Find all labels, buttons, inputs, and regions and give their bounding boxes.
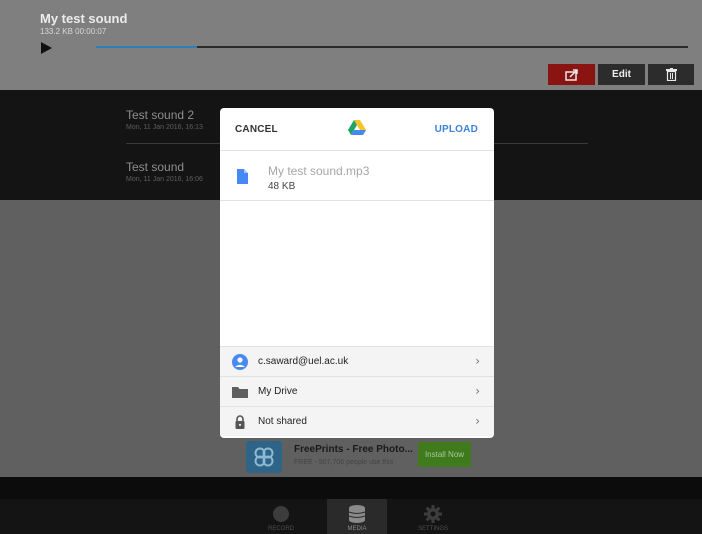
chevron-right-icon: › bbox=[475, 354, 480, 368]
gear-icon bbox=[424, 505, 442, 523]
tab-label: SETTINGS bbox=[417, 526, 448, 532]
folder-icon bbox=[232, 387, 248, 398]
bottom-strip bbox=[0, 477, 702, 499]
tab-record[interactable]: RECORD bbox=[251, 499, 311, 534]
sharing-label: Not shared bbox=[258, 416, 307, 427]
sheet-header: CANCEL UPLOAD bbox=[220, 108, 494, 151]
share-button[interactable] bbox=[548, 64, 595, 85]
recording-title: Test sound 2 bbox=[126, 108, 195, 122]
record-icon bbox=[273, 506, 289, 522]
player-meta: 133.2 KB 00:00:07 bbox=[40, 27, 107, 36]
chevron-right-icon: › bbox=[475, 384, 480, 398]
file-icon bbox=[237, 169, 248, 184]
tab-bar: RECORD MEDIA SETTINGS bbox=[0, 499, 702, 534]
chevron-right-icon: › bbox=[475, 414, 480, 428]
cancel-button[interactable]: CANCEL bbox=[235, 124, 278, 135]
play-icon[interactable] bbox=[41, 42, 52, 54]
ad-title: FreePrints - Free Photo... bbox=[294, 444, 413, 455]
file-size: 48 KB bbox=[268, 181, 296, 192]
progress-fill bbox=[96, 46, 197, 48]
account-option[interactable]: c.saward@uel.ac.uk › bbox=[220, 346, 494, 376]
file-row: My test sound.mp3 48 KB bbox=[220, 151, 494, 201]
ad-banner[interactable]: FreePrints - Free Photo... FREE - 507,70… bbox=[246, 441, 474, 473]
folder-label: My Drive bbox=[258, 386, 298, 397]
tab-media[interactable]: MEDIA bbox=[327, 499, 387, 534]
share-icon bbox=[564, 68, 578, 81]
recording-date: Mon, 11 Jan 2016, 16:06 bbox=[126, 176, 203, 183]
tab-label: MEDIA bbox=[347, 526, 367, 532]
recording-title: Test sound bbox=[126, 160, 185, 174]
database-icon bbox=[348, 505, 366, 523]
tab-label: RECORD bbox=[267, 526, 294, 532]
lock-icon bbox=[235, 415, 245, 429]
edit-button[interactable]: Edit bbox=[598, 64, 645, 85]
drive-upload-sheet: CANCEL UPLOAD My test sound.mp3 48 KB c.… bbox=[220, 108, 494, 438]
freeprints-logo-icon bbox=[246, 441, 282, 473]
account-icon bbox=[232, 354, 248, 370]
folder-option[interactable]: My Drive › bbox=[220, 376, 494, 406]
player-panel: My test sound 133.2 KB 00:00:07 bbox=[0, 0, 702, 90]
ad-subtitle: FREE - 507,706 people use this bbox=[294, 459, 394, 466]
delete-button[interactable] bbox=[648, 64, 694, 85]
progress-track[interactable] bbox=[96, 46, 688, 48]
trash-icon bbox=[665, 68, 677, 81]
tab-settings[interactable]: SETTINGS bbox=[403, 499, 463, 534]
recording-date: Mon, 11 Jan 2016, 16:13 bbox=[126, 124, 203, 131]
file-name[interactable]: My test sound.mp3 bbox=[268, 164, 369, 178]
google-drive-icon bbox=[348, 120, 366, 135]
install-now-button[interactable]: Install Now bbox=[418, 442, 471, 467]
account-label: c.saward@uel.ac.uk bbox=[258, 356, 349, 367]
player-title: My test sound bbox=[40, 11, 128, 26]
sharing-option[interactable]: Not shared › bbox=[220, 406, 494, 436]
upload-button[interactable]: UPLOAD bbox=[435, 124, 478, 135]
